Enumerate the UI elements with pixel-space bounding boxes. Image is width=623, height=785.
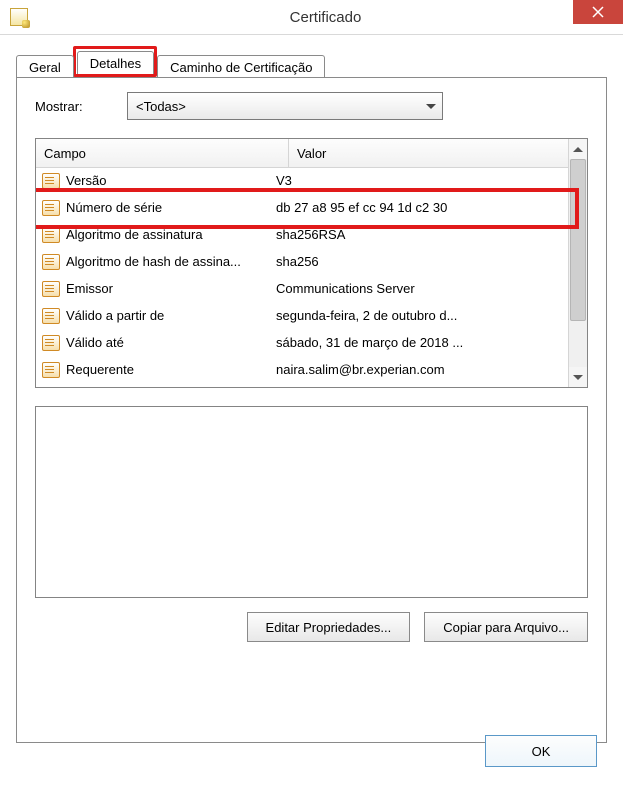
triangle-up-icon xyxy=(573,147,583,152)
certificate-icon xyxy=(10,8,28,26)
filter-combobox[interactable]: <Todas> xyxy=(127,92,443,120)
certificate-fields-list: Campo Valor Versão V3 Número de série db 27… xyxy=(35,138,588,388)
value-cell: naira.salim@br.experian.com xyxy=(272,362,569,377)
triangle-down-icon xyxy=(573,375,583,380)
copy-to-file-button[interactable]: Copiar para Arquivo... xyxy=(424,612,588,642)
value-cell: db 27 a8 95 ef cc 94 1d c2 30 xyxy=(272,200,569,215)
table-row[interactable]: Algoritmo de hash de assina... sha256 xyxy=(36,248,569,275)
tab-cert-path[interactable]: Caminho de Certificação xyxy=(157,55,325,78)
field-icon xyxy=(42,254,60,270)
tab-content-details: Mostrar: <Todas> Campo Valor Versão V3 Núm… xyxy=(16,77,607,743)
field-name: Emissor xyxy=(66,281,113,296)
tab-general[interactable]: Geral xyxy=(16,55,74,78)
tab-bar: Geral Detalhes Caminho de Certificação xyxy=(16,51,607,77)
column-header-field[interactable]: Campo xyxy=(36,139,289,167)
value-cell: segunda-feira, 2 de outubro d... xyxy=(272,308,569,323)
highlight-box-tab: Detalhes xyxy=(73,46,157,77)
field-icon xyxy=(42,227,60,243)
chevron-down-icon xyxy=(426,104,436,109)
title-bar: Certificado xyxy=(0,0,623,35)
field-icon xyxy=(42,362,60,378)
value-cell: sha256 xyxy=(272,254,569,269)
field-name: Requerente xyxy=(66,362,134,377)
field-icon xyxy=(42,200,60,216)
column-header-value[interactable]: Valor xyxy=(289,139,587,167)
value-cell: V3 xyxy=(272,173,569,188)
field-name: Válido até xyxy=(66,335,124,350)
field-name: Algoritmo de assinatura xyxy=(66,227,203,242)
table-row[interactable]: Emissor Communications Server xyxy=(36,275,569,302)
field-name: Algoritmo de hash de assina... xyxy=(66,254,241,269)
field-cell: Requerente xyxy=(36,362,272,378)
value-cell: sha256RSA xyxy=(272,227,569,242)
window-title: Certificado xyxy=(28,9,623,26)
field-detail-box[interactable] xyxy=(35,406,588,598)
field-name: Versão xyxy=(66,173,106,188)
table-row[interactable]: Válido a partir de segunda-feira, 2 de ou… xyxy=(36,302,569,329)
field-icon xyxy=(42,335,60,351)
scroll-thumb[interactable] xyxy=(570,159,586,321)
close-icon xyxy=(592,6,604,18)
tab-details[interactable]: Detalhes xyxy=(77,51,154,74)
field-cell: Válido a partir de xyxy=(36,308,272,324)
table-row[interactable]: Requerente naira.salim@br.experian.com xyxy=(36,356,569,383)
field-cell: Versão xyxy=(36,173,272,189)
value-cell: Communications Server xyxy=(272,281,569,296)
field-icon xyxy=(42,308,60,324)
table-row[interactable]: Número de série db 27 a8 95 ef cc 94 1d c… xyxy=(36,194,569,221)
edit-properties-button[interactable]: Editar Propriedades... xyxy=(247,612,411,642)
scrollbar[interactable] xyxy=(568,139,587,387)
ok-button[interactable]: OK xyxy=(485,735,597,767)
scroll-up-button[interactable] xyxy=(569,139,587,159)
close-button[interactable] xyxy=(573,0,623,24)
field-cell: Algoritmo de hash de assina... xyxy=(36,254,272,270)
field-icon xyxy=(42,281,60,297)
filter-value: <Todas> xyxy=(136,99,186,114)
table-row[interactable]: Versão V3 xyxy=(36,167,569,194)
field-name: Número de série xyxy=(66,200,162,215)
field-cell: Número de série xyxy=(36,200,272,216)
field-cell: Emissor xyxy=(36,281,272,297)
table-row[interactable]: Algoritmo de assinatura sha256RSA xyxy=(36,221,569,248)
table-row[interactable]: Válido até sábado, 31 de março de 2018 ..… xyxy=(36,329,569,356)
field-cell: Algoritmo de assinatura xyxy=(36,227,272,243)
field-cell: Válido até xyxy=(36,335,272,351)
field-icon xyxy=(42,173,60,189)
filter-label: Mostrar: xyxy=(35,99,127,114)
scroll-down-button[interactable] xyxy=(569,367,587,387)
list-header: Campo Valor xyxy=(36,139,587,168)
value-cell: sábado, 31 de março de 2018 ... xyxy=(272,335,569,350)
field-name: Válido a partir de xyxy=(66,308,164,323)
